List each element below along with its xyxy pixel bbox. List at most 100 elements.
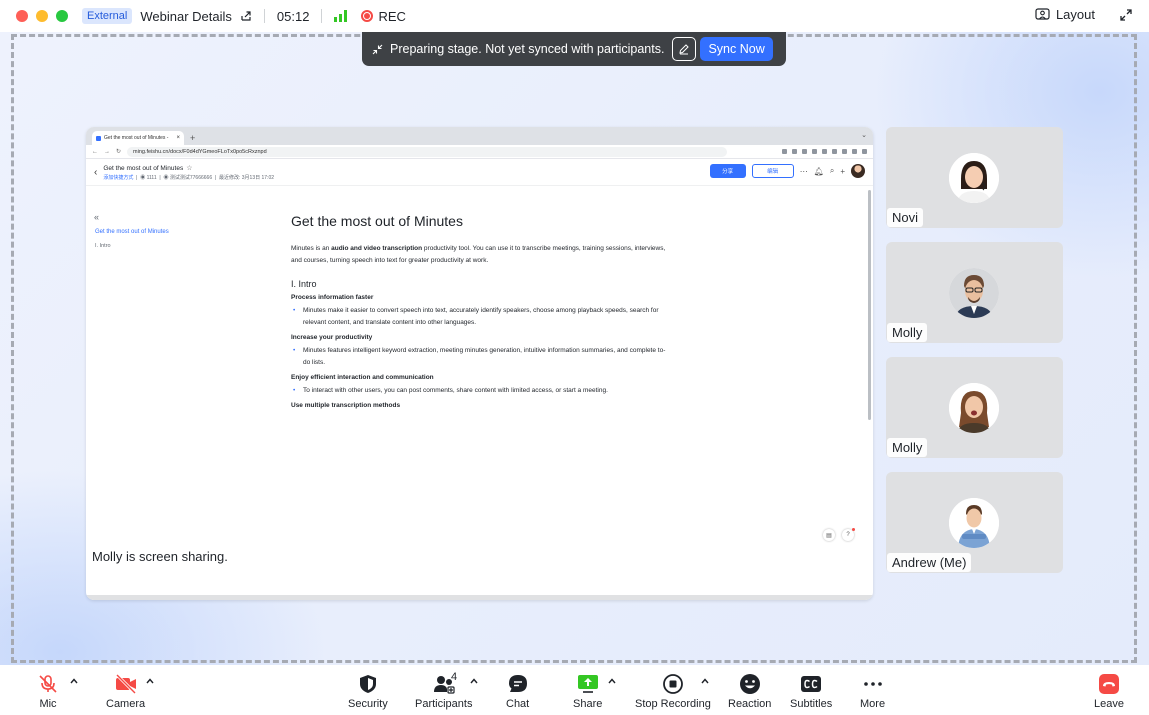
title-bar: External Webinar Details 05:12 REC Layou… <box>0 0 1149 32</box>
close-window-button[interactable] <box>16 10 28 22</box>
participant-name: Molly <box>887 438 928 457</box>
back-arrow-icon[interactable]: ← <box>92 149 98 155</box>
tab-menu-icon[interactable]: ⌄ <box>861 131 867 139</box>
doc-share-button[interactable]: 分享 <box>709 164 746 178</box>
mic-button[interactable]: Mic <box>37 673 59 710</box>
screen-sharing-label: Molly is screen sharing. <box>88 547 232 566</box>
meeting-timer: 05:12 <box>276 8 310 24</box>
shared-screen[interactable]: Get the most out of Minutes - × + ⌄ ← → … <box>86 127 873 600</box>
doc-view-count: 1111 <box>146 174 157 181</box>
chat-button[interactable]: Chat <box>506 673 529 710</box>
mic-options-chevron-icon[interactable] <box>69 676 79 686</box>
participant-tile[interactable]: Molly <box>886 357 1063 458</box>
reaction-button[interactable]: Reaction <box>728 673 771 710</box>
leave-button[interactable]: Leave <box>1094 673 1124 710</box>
close-tab-icon[interactable]: × <box>176 135 180 141</box>
fullscreen-window-button[interactable] <box>56 10 68 22</box>
participant-name: Novi <box>887 208 924 227</box>
meeting-stage: Preparing stage. Not yet synced with par… <box>0 32 1149 665</box>
divider <box>263 9 265 23</box>
toc-collapse-icon[interactable]: « <box>94 212 99 222</box>
mic-off-icon <box>39 675 57 693</box>
chat-label: Chat <box>506 698 530 710</box>
bell-icon[interactable]: 🔔︎ <box>814 167 824 176</box>
doc-title-block: Get the most out of Minutes ☆ 添加快捷方式 | ◉ … <box>103 164 275 181</box>
doc-content: Get the most out of Minutes Minutes is a… <box>291 213 671 409</box>
doc-bullet: Minutes make it easier to convert speech… <box>293 305 671 329</box>
divider <box>321 9 323 23</box>
doc-scrollbar[interactable] <box>868 190 871 420</box>
search-icon[interactable]: ⌕ <box>830 166 834 176</box>
participant-tile[interactable]: Andrew (Me) <box>886 472 1063 573</box>
doc-back-icon[interactable]: ‹ <box>94 167 97 178</box>
forward-arrow-icon[interactable]: → <box>104 149 110 155</box>
browser-tab-title: Get the most out of Minutes - <box>104 135 169 141</box>
share-link-icon[interactable] <box>240 10 252 22</box>
doc-body: « Get the most out of Minutes I. Intro G… <box>86 186 873 568</box>
toc-item[interactable]: Get the most out of Minutes <box>95 229 169 235</box>
star-icon[interactable]: ☆ <box>186 165 192 172</box>
help-icon[interactable]: ? <box>842 528 855 541</box>
smiley-icon <box>739 674 760 694</box>
participants-count: 4 <box>451 671 458 683</box>
subtitles-button[interactable]: Subtitles <box>790 673 832 710</box>
url-field[interactable]: ming.feishu.cn/docx/F0d4dYGmeoFLoTx0po5c… <box>127 146 728 157</box>
participant-tile[interactable]: Molly <box>886 242 1063 343</box>
recording-options-chevron-icon[interactable] <box>700 676 710 686</box>
doc-bullet: To interact with other users, you can po… <box>293 385 671 397</box>
collapse-icon[interactable] <box>372 44 383 55</box>
add-shortcut-link[interactable]: 添加快捷方式 <box>103 175 133 181</box>
more-button[interactable]: More <box>860 673 885 710</box>
avatar <box>949 383 999 433</box>
minimize-window-button[interactable] <box>36 10 48 22</box>
external-badge: External <box>82 8 133 24</box>
camera-button[interactable]: Camera <box>106 673 145 710</box>
avatar[interactable] <box>851 164 865 178</box>
recording-label: REC <box>378 8 406 24</box>
participants-button[interactable]: Participants <box>415 673 472 710</box>
expand-icon[interactable] <box>1119 8 1133 22</box>
reload-icon[interactable]: ↻ <box>116 148 121 155</box>
chat-icon <box>508 675 527 692</box>
favicon-icon <box>96 135 101 141</box>
browser-tab[interactable]: Get the most out of Minutes - × <box>92 131 184 145</box>
doc-modified: 最近修改: 3月13日 17:02 <box>218 174 275 181</box>
share-button[interactable]: Share <box>573 673 602 710</box>
layout-label: Layout <box>1055 7 1095 22</box>
stage-sync-banner: Preparing stage. Not yet synced with par… <box>362 32 786 66</box>
edit-stage-button[interactable] <box>672 37 697 61</box>
doc-edit-button[interactable]: 编辑 <box>751 164 794 178</box>
avatar <box>949 498 999 548</box>
shared-screen-bottom-bar <box>86 595 873 600</box>
window-controls <box>16 10 68 22</box>
browser-address-bar: ← → ↻ ming.feishu.cn/docx/F0d4dYGmeoFLoT… <box>86 145 873 159</box>
security-button[interactable]: Security <box>348 673 388 710</box>
toc-item[interactable]: I. Intro <box>95 243 111 249</box>
layout-button[interactable]: Layout <box>1035 7 1095 22</box>
network-signal-icon[interactable] <box>334 10 348 22</box>
stop-recording-label: Stop Recording <box>635 698 711 710</box>
browser-extension-icons <box>782 149 867 154</box>
share-options-chevron-icon[interactable] <box>607 676 617 686</box>
camera-options-chevron-icon[interactable] <box>145 676 155 686</box>
security-label: Security <box>348 698 388 710</box>
sync-now-button[interactable]: Sync Now <box>700 37 773 61</box>
participant-name: Andrew (Me) <box>887 553 972 572</box>
doc-subheading: Increase your productivity <box>291 334 373 341</box>
leave-label: Leave <box>1094 698 1124 710</box>
plus-icon[interactable]: + <box>840 167 845 176</box>
doc-title: Get the most out of Minutes <box>103 164 184 172</box>
more-dots-icon[interactable]: ⋯ <box>800 167 808 176</box>
doc-subheading: Process information faster <box>291 294 374 301</box>
doc-header: ‹ Get the most out of Minutes ☆ 添加快捷方式 | … <box>86 159 873 186</box>
stop-recording-icon <box>663 674 683 694</box>
doc-outline-icon[interactable]: ▤ <box>823 529 835 541</box>
new-tab-icon[interactable]: + <box>190 133 195 143</box>
meeting-title[interactable]: Webinar Details <box>140 9 232 24</box>
doc-bullet: Minutes features intelligent keyword ext… <box>293 345 671 369</box>
participant-tile[interactable]: Novi <box>886 127 1063 228</box>
participant-name: Molly <box>887 323 928 342</box>
doc-actions: 分享 编辑 ⋯ 🔔︎ ⌕ + <box>709 164 865 178</box>
doc-owner: 测试测试77666666 <box>169 174 213 181</box>
participants-options-chevron-icon[interactable] <box>469 676 479 686</box>
